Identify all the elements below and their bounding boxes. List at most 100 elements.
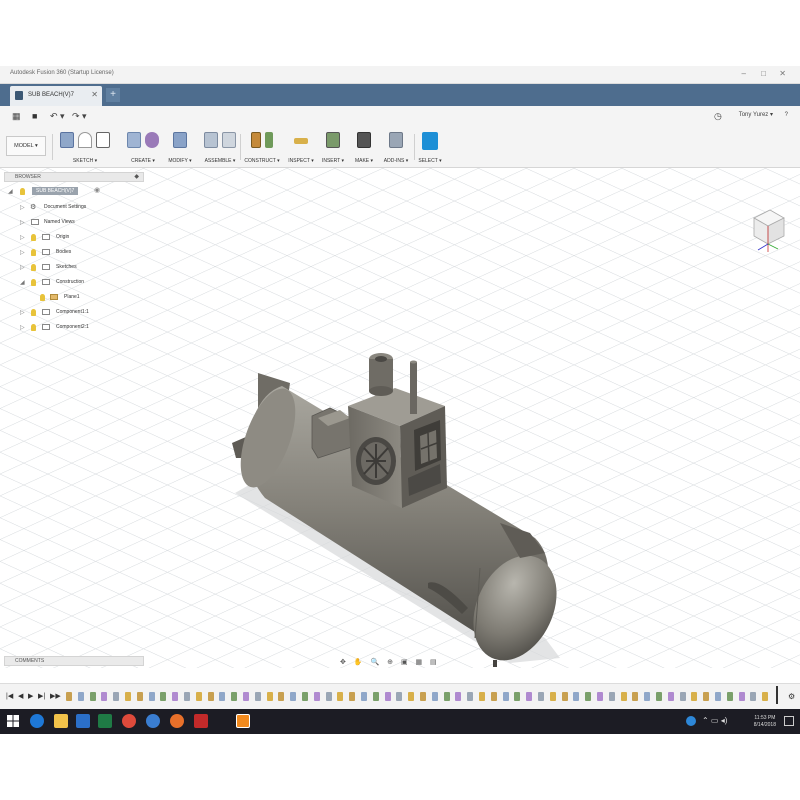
- excel-icon[interactable]: [98, 714, 112, 728]
- timeline-feature[interactable]: [125, 692, 131, 701]
- timeline-feature[interactable]: [408, 692, 415, 701]
- visibility-bulb-icon[interactable]: [31, 279, 36, 286]
- timeline-feature[interactable]: [266, 692, 273, 701]
- pdf-icon[interactable]: [194, 714, 208, 728]
- timeline-feature[interactable]: [538, 692, 544, 701]
- timeline-feature[interactable]: [667, 692, 674, 701]
- document-tab[interactable]: SUB BEACH(V)7 ✕: [10, 86, 102, 106]
- timeline-feature[interactable]: [573, 692, 580, 701]
- timeline-feature[interactable]: [726, 692, 733, 701]
- expand-icon[interactable]: ▷: [20, 249, 25, 256]
- data-panel-icon[interactable]: ▦: [12, 111, 21, 122]
- timeline-feature[interactable]: [219, 692, 226, 701]
- timeline-feature[interactable]: [549, 692, 556, 701]
- timeline-feature[interactable]: [608, 692, 615, 701]
- timeline-feature[interactable]: [526, 692, 533, 701]
- timeline-feature[interactable]: [514, 692, 521, 701]
- browser-item-component1[interactable]: ▷ Component1:1: [4, 305, 144, 320]
- timeline-feature[interactable]: [77, 692, 84, 701]
- select-icon[interactable]: [422, 132, 438, 150]
- timeline-feature[interactable]: [691, 692, 698, 701]
- windows-icon[interactable]: [6, 714, 20, 728]
- navigation-bar[interactable]: ✥ ✋ 🔍 ⊕ ▣ ▦ ▤: [340, 658, 458, 668]
- offset-plane-icon[interactable]: [251, 132, 261, 148]
- timeline-feature[interactable]: [703, 692, 710, 701]
- timeline-feature[interactable]: [443, 692, 450, 701]
- store-icon[interactable]: [76, 714, 90, 728]
- timeline-first-button[interactable]: |◀: [6, 692, 13, 700]
- sphere-icon[interactable]: [145, 132, 159, 148]
- timeline-feature[interactable]: [384, 692, 391, 701]
- rectangle-icon[interactable]: [96, 132, 110, 148]
- timeline-feature[interactable]: [715, 692, 721, 701]
- timeline-feature[interactable]: [750, 692, 757, 701]
- browser-pin-icon[interactable]: ◆: [134, 173, 139, 182]
- scripts-icon[interactable]: [389, 132, 403, 148]
- construct-group[interactable]: CONSTRUCT ▾: [242, 130, 282, 166]
- timeline-feature[interactable]: [620, 692, 627, 701]
- timeline-feature[interactable]: [762, 692, 769, 701]
- undo-icon[interactable]: ↶ ▾: [50, 111, 65, 122]
- timeline-feature[interactable]: [254, 692, 261, 701]
- inspect-group[interactable]: INSPECT ▾: [286, 130, 316, 166]
- expand-icon[interactable]: ▷: [20, 219, 25, 226]
- browser-item-plane1[interactable]: Plane1: [4, 290, 144, 305]
- visibility-bulb-icon[interactable]: [31, 309, 36, 316]
- sketch-group[interactable]: SKETCH ▾: [54, 130, 116, 166]
- timeline-feature[interactable]: [302, 692, 308, 701]
- browser-item-origin[interactable]: ▷ Origin: [4, 230, 144, 245]
- redo-icon[interactable]: ↷ ▾: [72, 111, 87, 122]
- expand-icon[interactable]: ▷: [20, 234, 25, 241]
- user-name[interactable]: Tony Yurez ▾: [739, 112, 773, 118]
- timeline-marker[interactable]: [776, 686, 778, 704]
- timeline-feature[interactable]: [325, 692, 332, 701]
- edge-icon[interactable]: [30, 714, 44, 728]
- browser-root[interactable]: ◢ SUB BEACH(V)7 ◉: [4, 182, 144, 200]
- collapse-icon[interactable]: ◢: [8, 188, 13, 195]
- timeline-feature[interactable]: [195, 692, 202, 701]
- visibility-bulb-icon[interactable]: [31, 249, 36, 256]
- browser-item-named-views[interactable]: ▷ Named Views: [4, 215, 144, 230]
- timeline-feature[interactable]: [290, 692, 297, 701]
- collapse-icon[interactable]: ◢: [20, 279, 25, 286]
- visibility-bulb-icon[interactable]: [40, 294, 45, 301]
- plane-icon[interactable]: [265, 132, 273, 148]
- timeline-features[interactable]: [66, 692, 778, 702]
- timeline-feature[interactable]: [101, 692, 108, 701]
- timeline-feature[interactable]: [172, 692, 179, 701]
- help-icon[interactable]: ?: [785, 112, 788, 118]
- expand-icon[interactable]: ▷: [20, 204, 25, 211]
- expand-icon[interactable]: ▷: [20, 324, 25, 331]
- minimize-button[interactable]: –: [742, 69, 746, 78]
- browser-item-sketches[interactable]: ▷ Sketches: [4, 260, 144, 275]
- timeline-feature[interactable]: [148, 692, 155, 701]
- notification-icon[interactable]: [784, 716, 794, 726]
- tray-app-icon[interactable]: [686, 716, 696, 726]
- job-status-icon[interactable]: ◷: [714, 111, 722, 122]
- timeline-feature[interactable]: [738, 692, 745, 701]
- new-component-icon[interactable]: [204, 132, 218, 148]
- make-group[interactable]: MAKE ▾: [350, 130, 378, 166]
- visibility-bulb-icon[interactable]: [31, 264, 36, 271]
- browser-item-document-settings[interactable]: ▷ ⚙ Document Settings: [4, 200, 144, 215]
- maximize-button[interactable]: □: [761, 69, 766, 78]
- timeline-feature[interactable]: [313, 692, 320, 701]
- timeline-feature[interactable]: [561, 692, 568, 701]
- 3d-print-icon[interactable]: [357, 132, 371, 148]
- create-sketch-icon[interactable]: [60, 132, 74, 148]
- joint-icon[interactable]: [222, 132, 236, 148]
- browser-item-bodies[interactable]: ▷ Bodies: [4, 245, 144, 260]
- timeline-feature[interactable]: [66, 692, 72, 701]
- visibility-bulb-icon[interactable]: [20, 188, 25, 195]
- modify-group[interactable]: MODIFY ▾: [164, 130, 196, 166]
- timeline-feature[interactable]: [455, 692, 462, 701]
- expand-icon[interactable]: ▷: [20, 264, 25, 271]
- visibility-bulb-icon[interactable]: [31, 234, 36, 241]
- timeline-next-button[interactable]: ▶|: [38, 692, 45, 700]
- press-pull-icon[interactable]: [173, 132, 187, 148]
- arc-icon[interactable]: [78, 132, 92, 148]
- expand-icon[interactable]: ▷: [20, 309, 25, 316]
- fusion-icon[interactable]: [236, 714, 250, 728]
- browser-item-construction[interactable]: ◢ Construction: [4, 275, 144, 290]
- tray-icons[interactable]: ⌃ ▭ ◂): [702, 716, 727, 725]
